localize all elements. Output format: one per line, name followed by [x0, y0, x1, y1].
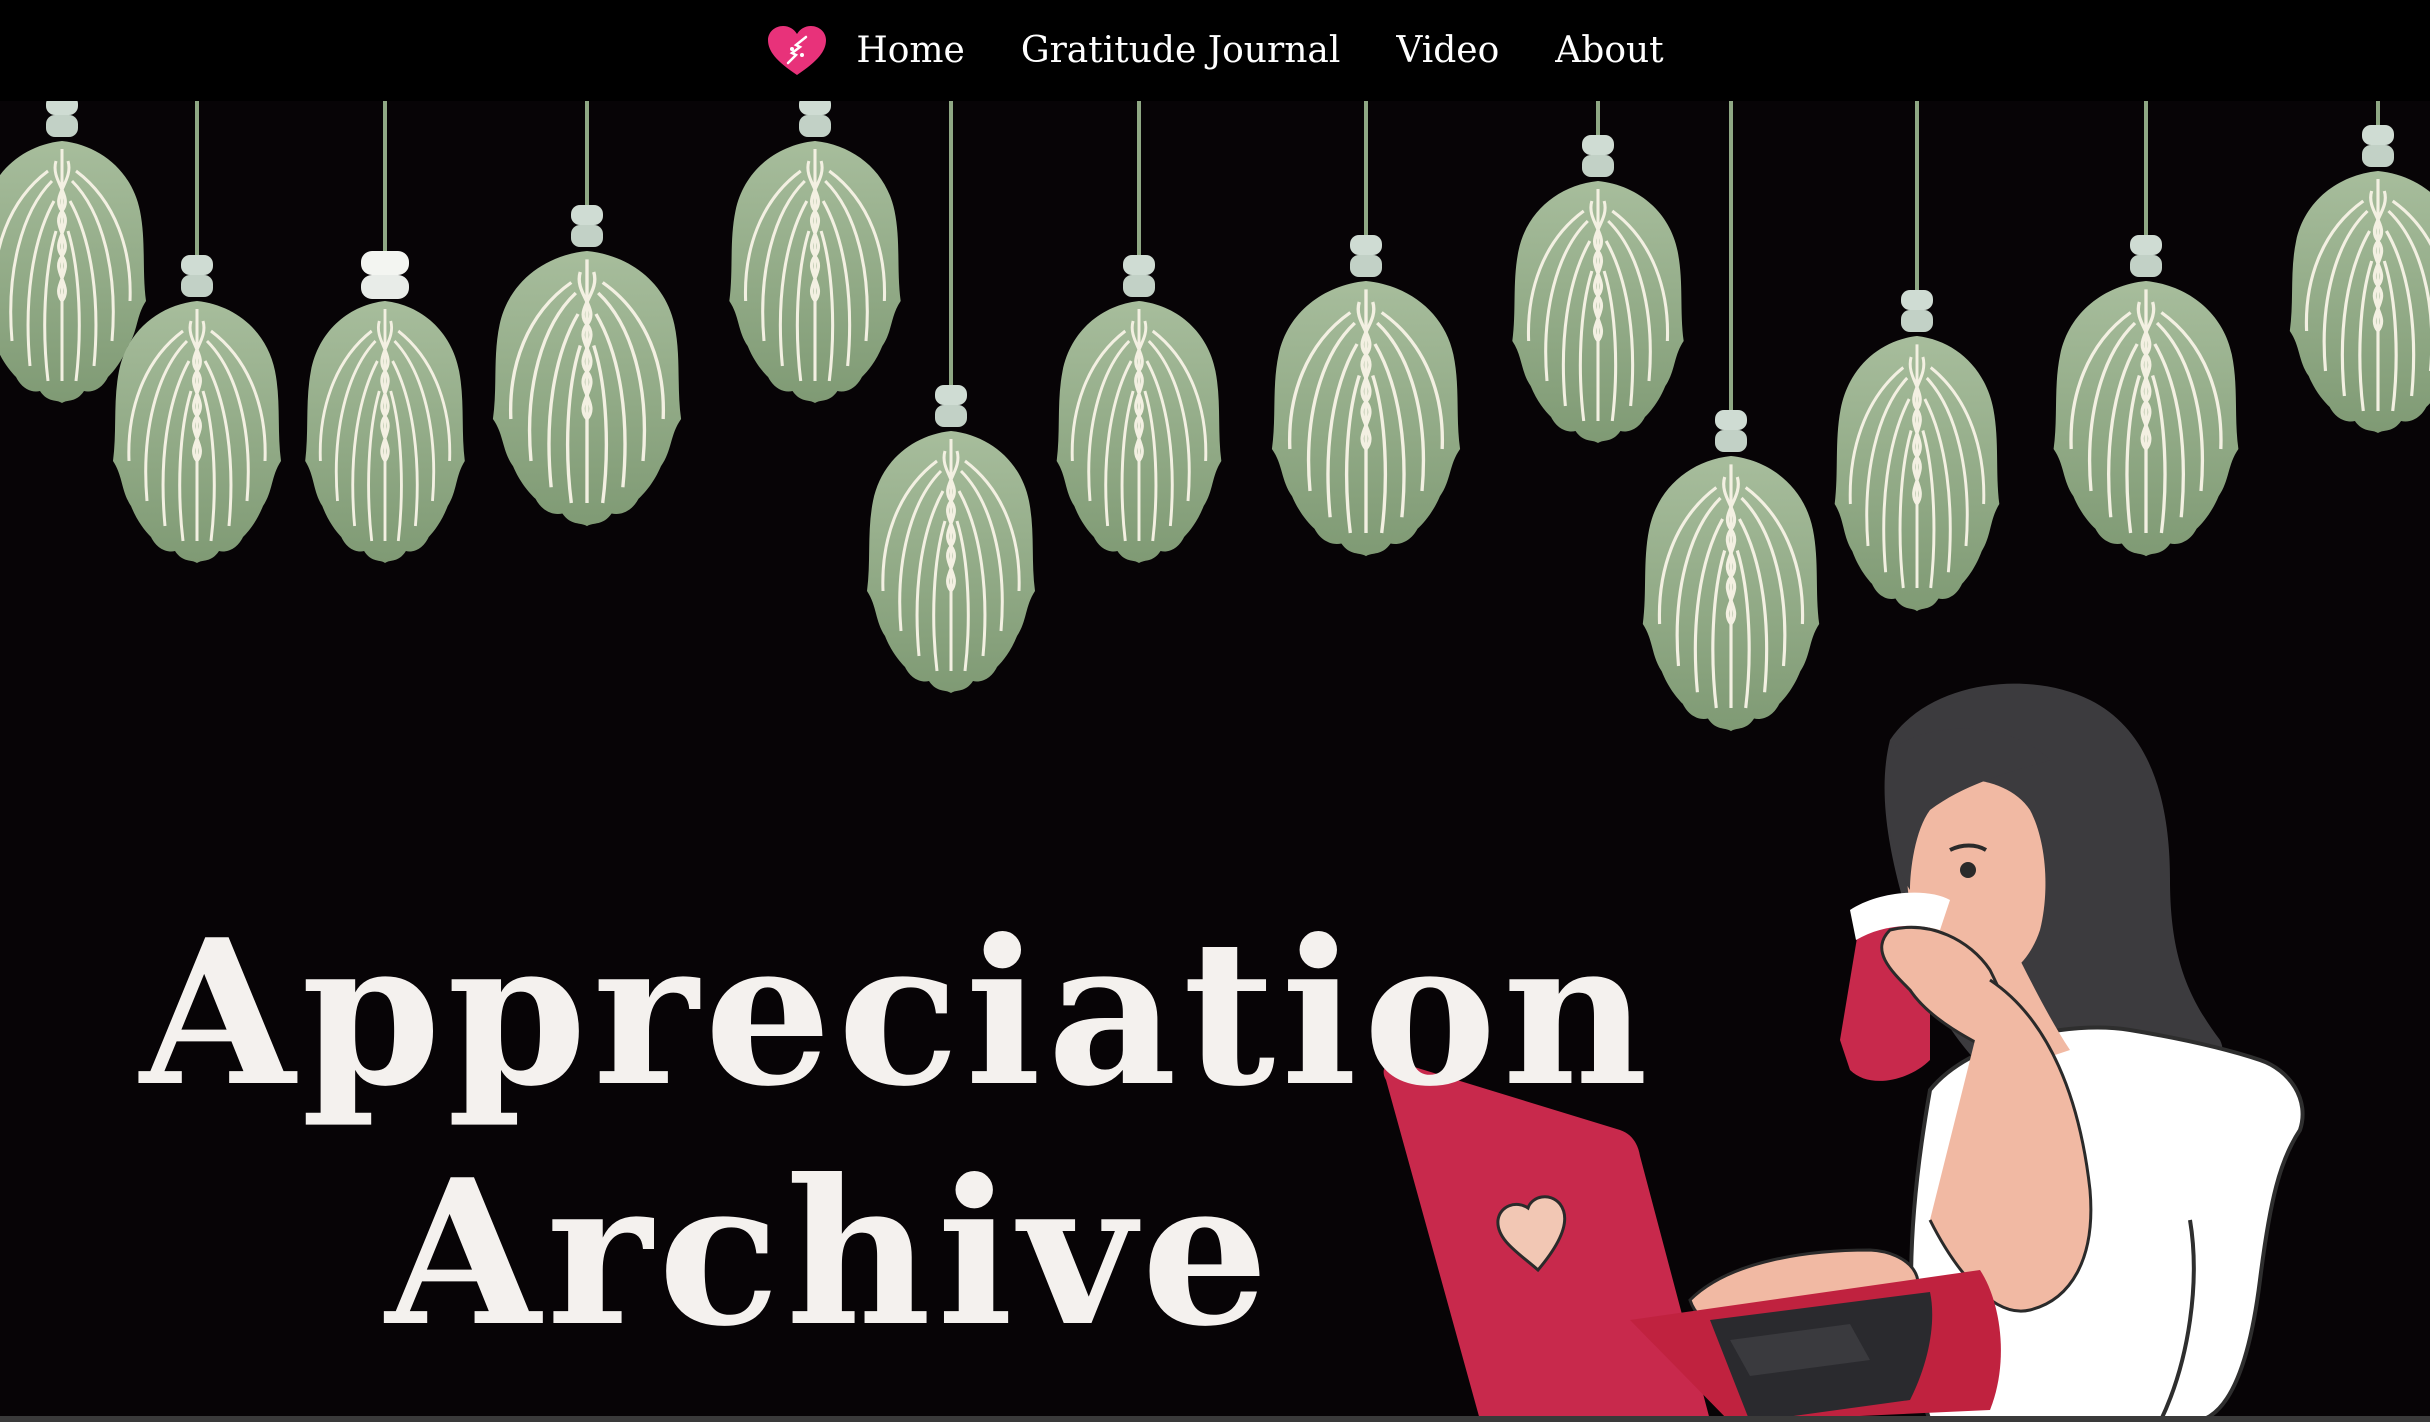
leaf-7 — [1055, 101, 1223, 565]
hero-title-line-1: Appreciation — [140, 896, 1654, 1131]
nav-link-home[interactable]: Home — [856, 30, 965, 71]
nav-inner: Home Gratitude Journal Video About — [766, 25, 1664, 77]
leaf-9 — [1510, 101, 1686, 445]
leaf-6 — [865, 101, 1037, 695]
leaf-11 — [1833, 101, 2001, 613]
nav-link-about[interactable]: About — [1555, 30, 1663, 71]
leaf-3 — [303, 101, 467, 565]
leaf-13 — [2288, 101, 2430, 435]
leaf-8 — [1270, 101, 1462, 558]
leaf-12 — [2051, 101, 2241, 558]
nav-link-video[interactable]: Video — [1396, 30, 1499, 71]
heart-logo-icon[interactable] — [766, 25, 828, 77]
hero-title-line-2: Archive — [385, 1136, 1275, 1371]
leaf-2 — [111, 101, 283, 565]
top-navbar: Home Gratitude Journal Video About — [0, 0, 2430, 101]
page: Home Gratitude Journal Video About Appre… — [0, 0, 2430, 1422]
leaf-4 — [491, 101, 683, 528]
hero-title: Appreciation Archive — [140, 894, 1654, 1374]
bottom-strip — [0, 1416, 2430, 1422]
leaf-5 — [727, 101, 903, 405]
leaf-10 — [1641, 101, 1821, 733]
nav-link-gratitude-journal[interactable]: Gratitude Journal — [1021, 30, 1341, 71]
eye — [1960, 862, 1976, 878]
